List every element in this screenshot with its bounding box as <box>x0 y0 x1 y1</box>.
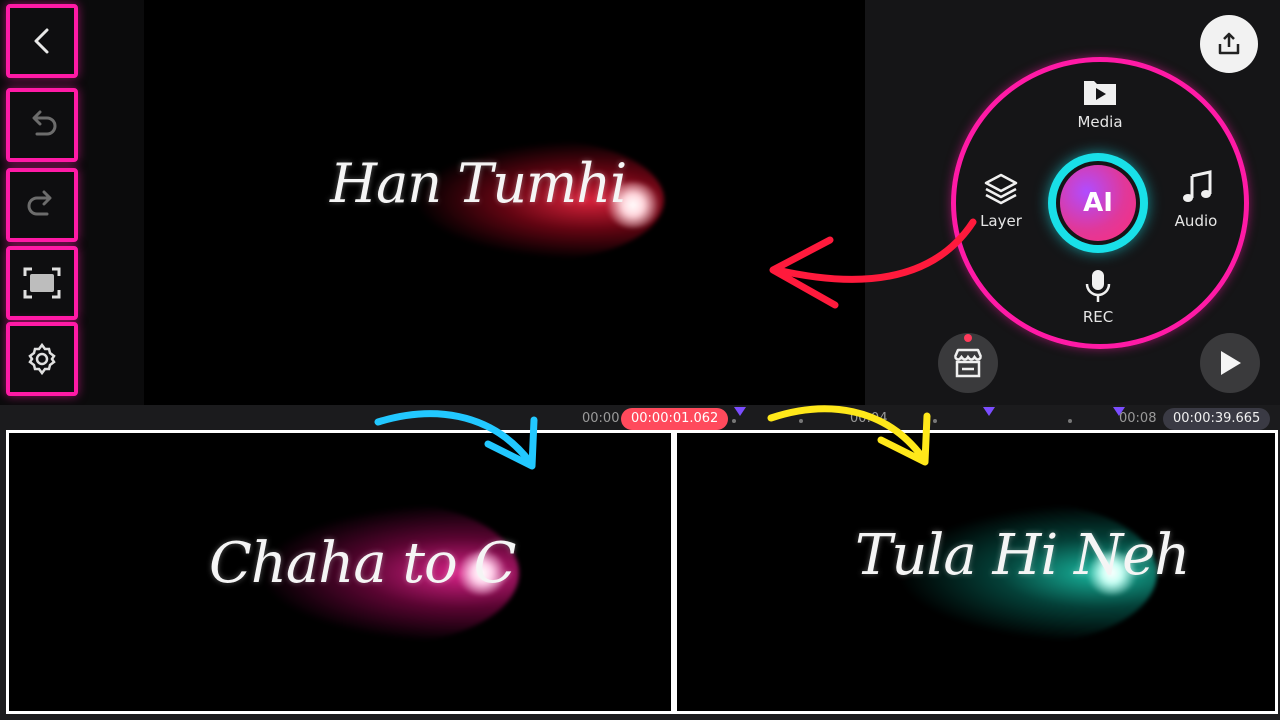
media-button[interactable]: Media <box>1060 75 1140 135</box>
timeline-start-time: 00:00 <box>582 411 620 426</box>
keyframe-marker[interactable] <box>983 407 995 416</box>
keyframe-marker[interactable] <box>734 407 746 416</box>
settings-button[interactable] <box>6 322 78 396</box>
preview-pointer-arrow <box>769 218 977 309</box>
play-button[interactable] <box>1200 333 1260 393</box>
gear-icon <box>28 342 56 376</box>
undo-icon <box>32 110 57 136</box>
timeline-end-marker-time: 00:08 <box>1119 411 1157 426</box>
media-icon <box>1084 81 1116 105</box>
cyan-pointer-arrow <box>374 410 538 470</box>
rec-label: REC <box>1082 308 1114 326</box>
timeline-bar[interactable]: 00:00 00:00:01.062 00:04 00:08 00:00:39.… <box>0 405 1280 433</box>
audio-button[interactable]: Audio <box>1156 170 1236 232</box>
timeline-dot <box>732 419 736 423</box>
media-label: Media <box>1077 113 1123 131</box>
ai-button[interactable]: AI <box>1048 153 1148 253</box>
store-button[interactable] <box>938 333 998 393</box>
fullscreen-icon <box>23 267 61 299</box>
preview-text: Han Tumhi <box>330 152 627 215</box>
audio-label: Audio <box>1174 212 1218 230</box>
back-button[interactable] <box>6 4 78 78</box>
redo-button[interactable] <box>6 168 78 242</box>
frame-right-text: Tula Hi Neh <box>855 523 1190 588</box>
frame-left-text: Chaha to C <box>209 531 516 596</box>
video-preview[interactable]: Han Tumhi <box>144 0 865 405</box>
music-note-icon <box>1183 170 1212 202</box>
notification-dot <box>964 334 972 342</box>
share-icon <box>1218 32 1240 55</box>
play-icon <box>1221 351 1241 375</box>
left-toolbar <box>0 0 144 405</box>
total-duration-badge: 00:00:39.665 <box>1163 408 1271 430</box>
rec-button[interactable]: REC <box>1058 268 1138 330</box>
fullscreen-button[interactable] <box>6 246 78 320</box>
preview-frame-left: Chaha to C <box>6 430 674 714</box>
layers-icon <box>984 173 1018 205</box>
store-icon <box>953 348 983 378</box>
undo-button[interactable] <box>6 88 78 162</box>
redo-icon <box>27 190 52 216</box>
export-button[interactable] <box>1200 15 1258 73</box>
current-time-badge: 00:00:01.062 <box>621 408 729 430</box>
right-panel: Media Layer AI Audio REC <box>865 0 1280 405</box>
microphone-icon <box>1085 270 1111 302</box>
chevron-left-icon <box>34 28 49 54</box>
yellow-pointer-arrow <box>767 405 931 466</box>
ai-label: AI <box>1083 188 1113 218</box>
timeline-dot <box>1068 419 1072 423</box>
